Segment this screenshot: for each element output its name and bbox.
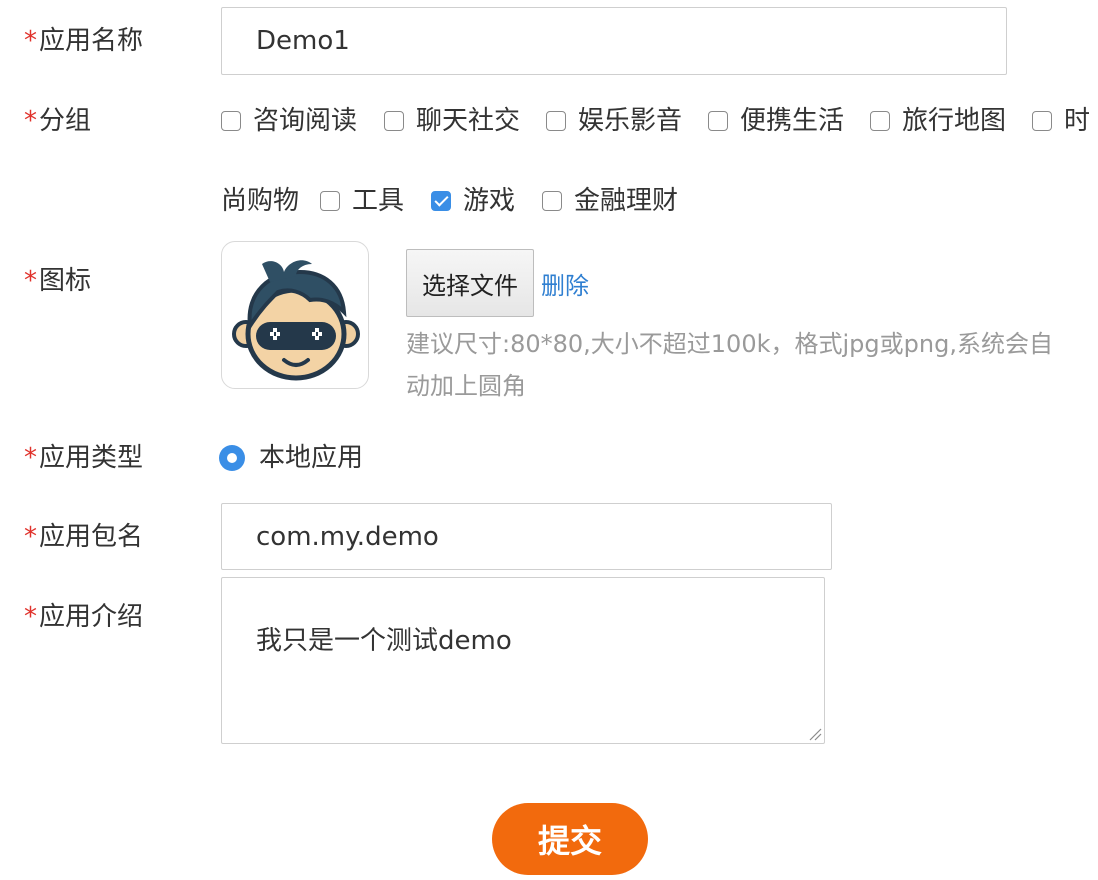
group-option-fashion-shopping[interactable]: 时 (1032, 106, 1090, 136)
required-star: * (24, 443, 37, 473)
checkbox[interactable] (708, 111, 728, 131)
resize-grip-icon[interactable] (808, 727, 822, 741)
icon-label: *图标 (24, 266, 92, 296)
submit-button[interactable]: 提交 (492, 803, 648, 875)
group-option-reading[interactable]: 咨询阅读 (221, 106, 357, 136)
required-star: * (24, 602, 37, 632)
group-option-social[interactable]: 聊天社交 (384, 106, 520, 136)
package-name-input[interactable]: com.my.demo (221, 503, 832, 570)
app-name-label: *应用名称 (24, 26, 144, 56)
checkbox[interactable] (542, 191, 562, 211)
required-star: * (24, 522, 37, 552)
app-name-input[interactable]: Demo1 (221, 7, 1007, 75)
checkbox-checked[interactable] (431, 191, 451, 211)
package-name-label: *应用包名 (24, 522, 144, 552)
group-option-fashion-shopping-continuation: 尚购物 (221, 186, 300, 216)
group-option-games[interactable]: 游戏 (431, 186, 515, 216)
required-star: * (24, 266, 37, 296)
description-textarea[interactable]: 我只是一个测试demo (221, 577, 825, 744)
choose-file-button[interactable]: 选择文件 (406, 249, 534, 317)
checkbox[interactable] (1032, 111, 1052, 131)
group-option-travel-map[interactable]: 旅行地图 (870, 106, 1006, 136)
cartoon-boy-icon (232, 260, 360, 381)
checkbox[interactable] (870, 111, 890, 131)
group-option-lifestyle[interactable]: 便携生活 (708, 106, 844, 136)
delete-icon-link[interactable]: 删除 (541, 266, 589, 301)
group-option-finance[interactable]: 金融理财 (542, 186, 678, 216)
radio-selected-icon[interactable] (219, 445, 245, 471)
icon-hint: 建议尺寸:80*80,大小不超过100k，格式jpg或png,系统会自 动加上圆… (406, 330, 1053, 400)
group-option-tools[interactable]: 工具 (320, 186, 404, 216)
required-star: * (24, 106, 37, 136)
app-type-local-radio[interactable]: 本地应用 (219, 443, 363, 473)
checkbox[interactable] (384, 111, 404, 131)
group-label: *分组 (24, 106, 92, 136)
group-option-entertainment[interactable]: 娱乐影音 (546, 106, 682, 136)
checkbox[interactable] (320, 191, 340, 211)
app-icon-preview (221, 241, 369, 389)
required-star: * (24, 26, 37, 56)
app-type-label: *应用类型 (24, 443, 144, 473)
description-label: *应用介绍 (24, 602, 144, 632)
checkbox[interactable] (221, 111, 241, 131)
checkbox[interactable] (546, 111, 566, 131)
